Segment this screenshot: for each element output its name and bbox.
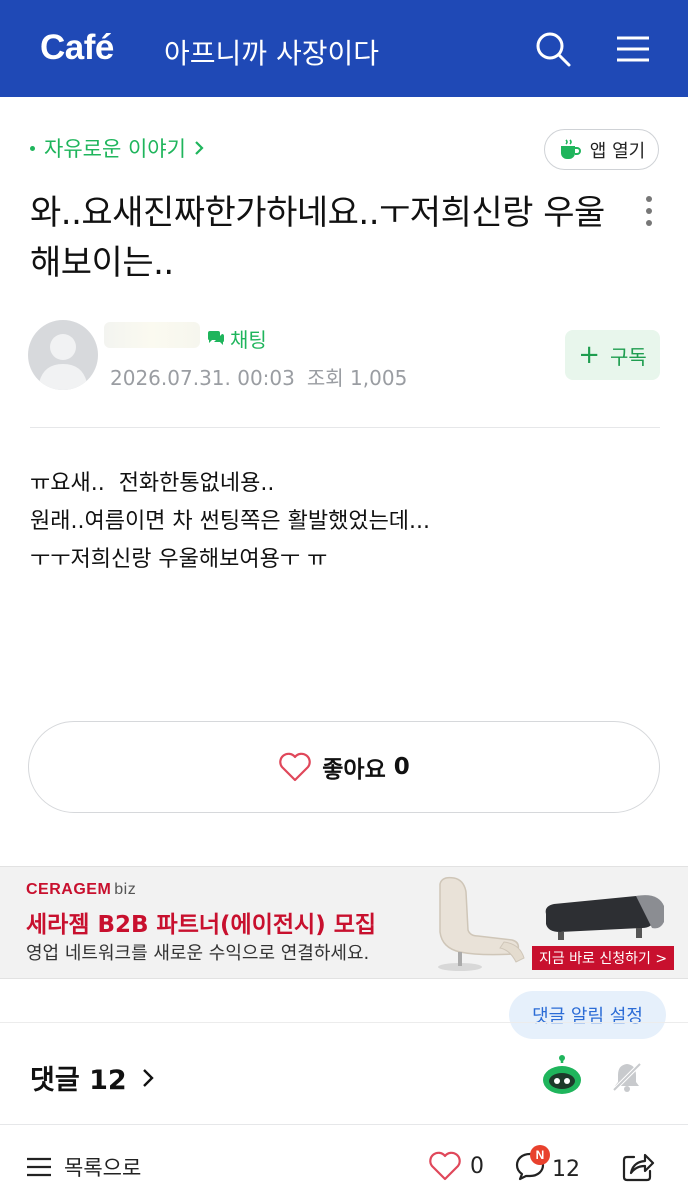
back-to-list-button[interactable]: 목록으로 (26, 1152, 141, 1182)
like-label: 좋아요 (322, 757, 386, 783)
body-line: 원래..여름이면 차 썬팅쪽은 활발했었는데... (30, 509, 431, 534)
like-button[interactable]: 좋아요 0 (28, 721, 660, 813)
chevron-right-icon (195, 141, 204, 155)
board-name: 자유로운 이야기 (44, 137, 186, 161)
board-link[interactable]: 자유로운 이야기 (30, 133, 204, 163)
comments-header[interactable]: 댓글 12 (30, 1058, 155, 1097)
post-body: ㅠ요새.. 전화한통없네용.. 원래..여름이면 차 썬팅쪽은 활발했었는데..… (30, 465, 430, 579)
ad-brand-suffix: biz (114, 881, 137, 898)
post-meta: 2026.07.31. 00:03 조회 1,005 (110, 362, 419, 391)
ad-cta-button[interactable]: 지금 바로 신청하기 > (532, 946, 674, 970)
coffee-cup-icon (560, 138, 581, 159)
body-line: ㅜㅜ저희신랑 우울해보여용ㅜ ㅠ (30, 547, 328, 572)
chat-link[interactable]: 채팅 (206, 324, 267, 353)
cafe-logo[interactable]: Café (40, 28, 114, 68)
bottom-comment-count: 12 (552, 1156, 580, 1182)
view-count: 조회 1,005 (306, 366, 408, 390)
ad-headline: 세라젬 B2B 파트너(에이전시) 모집 (26, 912, 377, 938)
comment-icon-wrap: N (514, 1145, 550, 1187)
more-options-icon[interactable] (637, 194, 661, 228)
app-header: Café 아프니까 사장이다 (0, 0, 688, 97)
ad-brand: CERAGEM biz (26, 881, 136, 899)
massage-bed-image (545, 895, 664, 940)
bell-off-icon[interactable] (610, 1060, 644, 1094)
list-icon (27, 1157, 51, 1177)
heart-icon (279, 752, 312, 782)
bottom-like-button[interactable]: 0 (428, 1151, 484, 1181)
menu-icon[interactable] (614, 30, 652, 68)
robot-icon[interactable] (541, 1054, 583, 1096)
bottom-bar-divider (0, 1124, 688, 1125)
author-avatar[interactable] (28, 320, 98, 390)
app-open-label: 앱 열기 (589, 140, 646, 162)
app-open-button[interactable]: 앱 열기 (544, 129, 659, 170)
massage-chair-image (438, 876, 525, 971)
comments-label: 댓글 12 (30, 1065, 127, 1096)
chevron-right-icon (142, 1068, 154, 1087)
bottom-comment-button[interactable]: N 12 (514, 1145, 580, 1187)
post-title: 와..요새진짜한가하네요..ㅜ저희신랑 우울해보이는.. (30, 193, 605, 283)
section-divider (0, 1022, 688, 1023)
post-date: 2026.07.31. 00:03 (110, 366, 295, 390)
default-profile-icon (38, 334, 88, 390)
body-line: ㅠ요새.. 전화한통없네용.. (30, 471, 275, 496)
plus-icon: + (578, 340, 600, 370)
subscribe-label: 구독 (609, 344, 647, 369)
chat-bubble-icon (208, 330, 224, 345)
cafe-name[interactable]: 아프니까 사장이다 (164, 32, 379, 72)
heart-icon (429, 1151, 461, 1181)
like-count: 0 (393, 754, 410, 780)
author-name-redacted (104, 322, 200, 348)
search-icon[interactable] (534, 30, 572, 68)
ad-brand-name: CERAGEM (26, 881, 112, 898)
chat-label: 채팅 (230, 328, 267, 352)
subscribe-button[interactable]: + 구독 (565, 330, 660, 380)
list-label: 목록으로 (64, 1156, 142, 1180)
bottom-like-count: 0 (470, 1153, 484, 1179)
ad-subtext: 영업 네트워크를 새로운 수익으로 연결하세요. (26, 943, 370, 964)
bullet-dot (30, 145, 35, 151)
comment-notification-setting[interactable]: 댓글 알림 설정 (509, 991, 666, 1039)
share-icon[interactable] (621, 1151, 655, 1183)
content-divider (30, 427, 660, 428)
new-badge: N (530, 1145, 550, 1165)
